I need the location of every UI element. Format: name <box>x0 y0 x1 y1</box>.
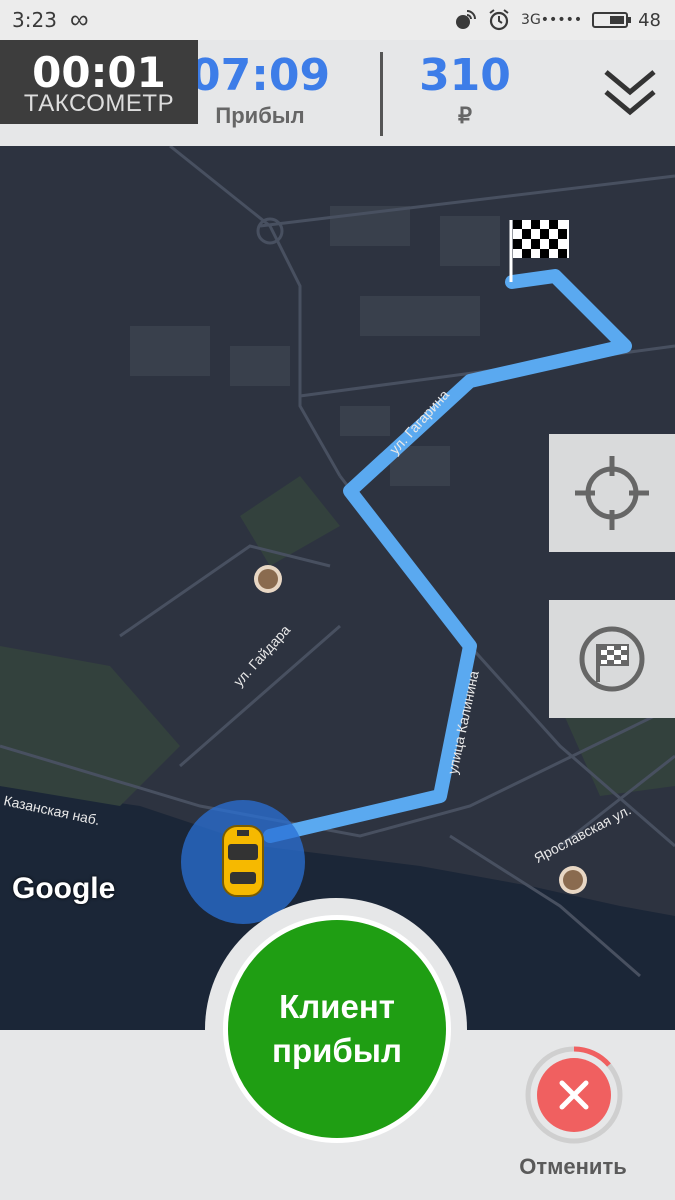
taximeter-panel[interactable]: 00:01 ТАКСОМЕТР <box>0 40 198 124</box>
park-poi-icon <box>254 565 282 593</box>
taximeter-label: ТАКСОМЕТР <box>23 90 175 117</box>
double-chevron-down-icon <box>604 70 656 116</box>
park-area <box>0 646 180 806</box>
client-arrived-button[interactable]: Клиент прибыл <box>223 915 451 1143</box>
status-bar: 3:23 ∞ 3G••••• 48 <box>0 0 675 40</box>
cancel-button[interactable] <box>525 1046 623 1144</box>
taxi-car-icon <box>222 825 264 897</box>
network-indicator: 3G••••• <box>521 12 583 28</box>
building-block <box>360 296 480 336</box>
checkered-flag-icon <box>579 626 645 692</box>
building-block <box>230 346 290 386</box>
road <box>169 146 342 477</box>
currency-label: ₽ <box>458 103 472 128</box>
signal-radar-icon <box>456 10 477 29</box>
collapse-button[interactable] <box>598 62 662 126</box>
building-poi-icon <box>559 866 587 894</box>
locate-button[interactable] <box>549 434 675 552</box>
roundabout <box>256 217 284 245</box>
battery-percent: 48 <box>638 9 661 31</box>
client-arrived-label: Клиент прибыл <box>272 988 402 1069</box>
arrival-metric: 07:09 Прибыл <box>190 50 330 129</box>
infinity-icon: ∞ <box>70 4 89 34</box>
road <box>119 544 331 638</box>
arrival-time: 07:09 <box>190 50 331 101</box>
alarm-icon <box>489 9 509 31</box>
status-time: 3:23 <box>12 8 57 32</box>
status-icons: 3G••••• 48 <box>453 8 661 32</box>
fare-value: 310 <box>419 50 511 101</box>
building-block <box>130 326 210 376</box>
crosshair-icon <box>575 456 649 530</box>
building-block <box>340 406 390 436</box>
google-attribution: Google <box>12 872 116 905</box>
close-icon <box>525 1046 623 1144</box>
trip-header: 07:09 Прибыл 310 ₽ 00:01 ТАКСОМЕТР <box>0 40 675 146</box>
cancel-label: Отменить <box>519 1154 627 1179</box>
arrival-label: Прибыл <box>215 103 305 128</box>
fare-metric: 310 ₽ <box>395 50 535 129</box>
battery-icon <box>592 12 632 28</box>
show-destination-button[interactable] <box>549 600 675 718</box>
header-divider <box>380 52 383 136</box>
network-type: 3G <box>521 12 541 28</box>
building-block <box>440 216 500 266</box>
park-area <box>240 476 340 566</box>
